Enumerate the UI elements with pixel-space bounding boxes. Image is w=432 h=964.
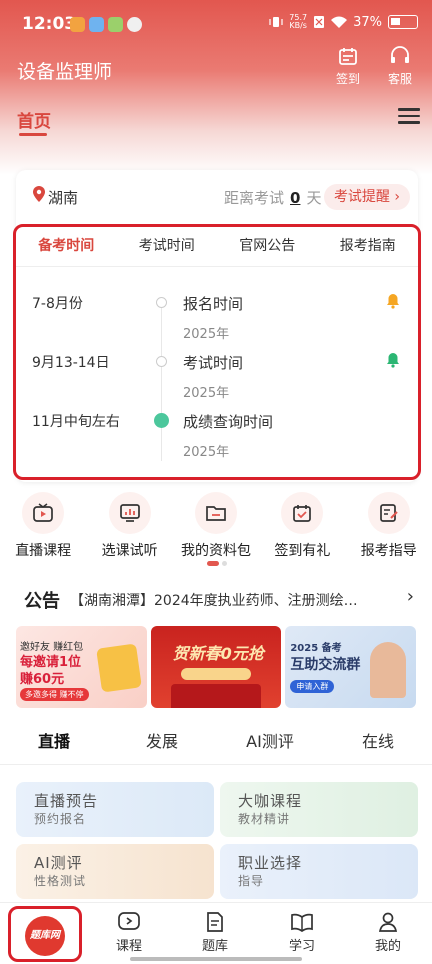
chart-screen-icon (119, 504, 140, 522)
headset-icon (391, 46, 409, 63)
wifi-icon (331, 16, 348, 28)
people-illustration (370, 642, 407, 698)
exam-schedule-panel: 备考时间 考试时间 官网公告 报考指南 7-8月份 报名时间 2025年 9月1… (13, 224, 421, 480)
vibrate-icon (269, 17, 283, 27)
tab-exam-time[interactable]: 考试时间 (117, 227, 218, 266)
document-icon (207, 912, 223, 932)
tab-online[interactable]: 在线 (324, 722, 432, 764)
status-right: 75.7 KB/s 37% (269, 14, 418, 30)
banner-invite-friends[interactable]: 邀好友 赚红包 每邀请1位 赚60元 多邀多得 赚不停 (16, 626, 147, 708)
quick-entry-live-course[interactable]: 直播课程 (0, 492, 86, 562)
menu-icon[interactable] (398, 108, 420, 128)
card-expert-course[interactable]: 大咖课程 教材精讲 (220, 782, 418, 837)
quick-entry-application-guide[interactable]: 报考指导 (346, 492, 432, 562)
edit-note-icon (379, 504, 398, 522)
exam-timeline: 7-8月份 报名时间 2025年 9月13-14日 考试时间 2025年 11月… (16, 271, 418, 471)
schedule-tabs: 备考时间 考试时间 官网公告 报考指南 (16, 227, 418, 267)
banner-new-year-offer[interactable]: 贺新春0元抢 (150, 626, 282, 708)
timeline-event: 考试时间 (183, 354, 244, 372)
sim-icon (314, 16, 325, 28)
tab-home[interactable]: 首页 (17, 107, 51, 132)
timeline-dot (156, 356, 167, 367)
tab-ai-assessment[interactable]: AI测评 (216, 722, 324, 764)
province-selector[interactable]: 湖南 (48, 187, 78, 208)
status-time: 12:03 (22, 14, 77, 34)
book-icon (291, 913, 313, 933)
status-bar: 12:03 75.7 KB/s 37% (0, 0, 432, 48)
gesture-bar[interactable] (130, 957, 302, 961)
quick-entry-trial-course[interactable]: 选课试听 (87, 492, 173, 562)
timeline-event: 成绩查询时间 (183, 413, 274, 431)
timeline-event: 报名时间 (183, 295, 244, 313)
notification-icons (70, 17, 142, 32)
app-notification-icon (89, 17, 104, 32)
active-tab-indicator (19, 133, 47, 136)
checkin-label: 签到 (335, 72, 360, 86)
chevron-right-icon: › (406, 586, 414, 607)
divider (0, 764, 432, 765)
content-tabs: 直播 发展 AI测评 在线 (0, 722, 432, 764)
card-career-guide[interactable]: 职业选择 指导 (220, 844, 418, 899)
card-live-preview[interactable]: 直播预告 预约报名 (16, 782, 214, 837)
tab-prep-time[interactable]: 备考时间 (16, 227, 117, 266)
timeline-year: 2025年 (183, 445, 230, 460)
timeline-dot (156, 297, 167, 308)
battery-percent: 37% (353, 14, 382, 30)
calendar-icon (339, 48, 357, 65)
tab-application-guide[interactable]: 报考指南 (318, 227, 419, 266)
location-pin-icon (33, 186, 45, 202)
app-logo: 题库网 (25, 916, 65, 956)
nav-study[interactable]: 学习 (272, 911, 332, 954)
timeline-date: 11月中旬左右 (32, 414, 120, 430)
promo-banners: 邀好友 赚红包 每邀请1位 赚60元 多邀多得 赚不停 贺新春0元抢 2025 … (16, 626, 417, 708)
tv-play-icon (33, 503, 54, 522)
nav-home-logo[interactable]: 题库网 (8, 906, 82, 962)
timeline-item: 9月13-14日 考试时间 2025年 (16, 330, 418, 401)
nav-question-bank[interactable]: 题库 (185, 911, 245, 954)
timeline-item: 7-8月份 报名时间 2025年 (16, 271, 418, 342)
calendar-check-icon (293, 505, 312, 522)
countdown-days: 0 (290, 189, 301, 207)
banner-study-group[interactable]: 2025 备考 互助交流群 申请入群 (285, 626, 417, 708)
announcement-text: 【湖南湘潭】2024年度执业药师、注册测绘… (70, 593, 358, 609)
tab-official-notice[interactable]: 官网公告 (217, 227, 318, 266)
tab-live[interactable]: 直播 (0, 722, 108, 764)
service-label: 客服 (387, 72, 412, 86)
banner-podium (170, 684, 261, 708)
checkin-button[interactable]: 签到 (330, 46, 366, 87)
exam-reminder-button[interactable]: 考试提醒 › (323, 184, 410, 210)
app-notification-icon (108, 17, 123, 32)
app-title[interactable]: 设备监理师 (17, 57, 112, 84)
nav-course[interactable]: 课程 (99, 911, 159, 954)
timeline-item: 11月中旬左右 成绩查询时间 2025年 (16, 389, 418, 460)
timeline-date: 9月13-14日 (32, 355, 110, 371)
customer-service-button[interactable]: 客服 (382, 46, 418, 87)
bell-icon[interactable] (386, 352, 400, 368)
announcement-tag: 公告 (24, 591, 60, 612)
quick-entry-checkin-gift[interactable]: 签到有礼 (259, 492, 345, 562)
quick-entry-grid: 直播课程 选课试听 我的资料包 签到有礼 报考指导 (0, 492, 432, 562)
user-icon (378, 912, 398, 932)
timeline-date: 7-8月份 (32, 296, 83, 312)
app-notification-icon (70, 17, 85, 32)
page-indicator (207, 561, 227, 566)
net-speed: 75.7 KB/s (289, 13, 308, 30)
banner-ribbon (180, 668, 251, 680)
timeline-current-dot (154, 413, 169, 428)
nav-mine[interactable]: 我的 (358, 911, 418, 954)
header-actions: 签到 客服 (330, 46, 418, 87)
battery-icon (388, 15, 418, 29)
quick-entry-my-materials[interactable]: 我的资料包 (173, 492, 259, 562)
tab-development[interactable]: 发展 (108, 722, 216, 764)
exam-countdown: 距离考试 0 天 (224, 189, 322, 207)
bell-icon[interactable] (386, 293, 400, 309)
play-circle-icon (118, 912, 140, 930)
folder-icon (206, 506, 226, 521)
card-ai-test[interactable]: AI测评 性格测试 (16, 844, 214, 899)
app-notification-icon (127, 17, 142, 32)
announcement-bar[interactable]: 公告 【湖南湘潭】2024年度执业药师、注册测绘… › (24, 586, 414, 612)
gift-illustration (95, 643, 142, 693)
location-row: 湖南 距离考试 0 天 考试提醒 › (32, 184, 410, 210)
